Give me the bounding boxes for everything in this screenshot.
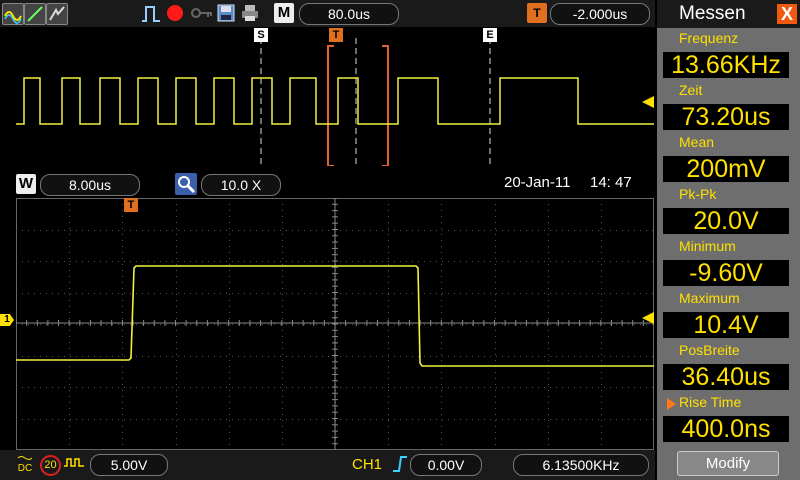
coupling-display[interactable]: DC	[17, 454, 33, 474]
channel-wave-icon[interactable]	[2, 3, 24, 25]
channel1-marker[interactable]: 1	[0, 314, 14, 326]
zoom-window-right	[382, 45, 389, 166]
trigger-position-display[interactable]: -2.000us	[550, 3, 650, 25]
time-display: 14: 47	[590, 174, 632, 191]
channel-status-bar: DC 20 5.00V CH1 0.00V 6.13500KHz	[0, 450, 655, 480]
top-toolbar: M 80.0us T -2.000us	[0, 0, 655, 27]
measurement-value-maximum[interactable]: 10.4V	[663, 312, 789, 339]
measurement-value-rise-time[interactable]: 400.0ns	[663, 416, 789, 443]
overview-waveform[interactable]: S T E	[16, 28, 654, 166]
overview-trace	[16, 77, 654, 125]
start-marker[interactable]: S	[254, 28, 268, 42]
measurement-value-minimum[interactable]: -9.60V	[663, 260, 789, 287]
measurement-label-minimum: Minimum	[679, 238, 736, 254]
date-display: 20-Jan-11	[504, 174, 571, 191]
end-marker[interactable]: E	[483, 28, 497, 42]
measurement-label-frequency: Frequenz	[679, 30, 739, 46]
zoom-factor-display[interactable]: 10.0 X	[201, 174, 281, 196]
mode-badge[interactable]: M	[274, 3, 294, 23]
invert-icon[interactable]	[63, 456, 85, 470]
measurement-label-pkpk: Pk-Pk	[679, 186, 717, 202]
key-icon[interactable]	[190, 3, 214, 23]
disk-icon[interactable]	[216, 3, 236, 23]
measurement-value-posbreite[interactable]: 36.40us	[663, 364, 789, 391]
ref-icon[interactable]	[46, 3, 68, 25]
trigger-badge[interactable]: T	[527, 3, 547, 23]
rising-edge-icon[interactable]	[392, 455, 408, 473]
measurement-value-frequency[interactable]: 13.66KHz	[663, 52, 789, 79]
measurement-label-rise-time: Rise Time	[679, 394, 742, 410]
close-button[interactable]: X	[777, 4, 797, 24]
scope-trigger-marker[interactable]: T	[124, 198, 138, 212]
measurement-label-maximum: Maximum	[679, 290, 740, 306]
volts-per-div-display[interactable]: 5.00V	[90, 454, 168, 476]
modify-button[interactable]: Modify	[677, 451, 779, 476]
trigger-level-display[interactable]: 0.00V	[410, 454, 482, 476]
zoom-info-bar: W 8.00us 10.0 X 20-Jan-11 14: 47	[0, 170, 655, 196]
window-badge[interactable]: W	[16, 174, 36, 194]
stop-icon[interactable]	[165, 3, 185, 23]
zoom-icon[interactable]	[175, 173, 197, 195]
zoom-window-left	[327, 45, 334, 166]
panel-header: Messen X	[657, 0, 800, 28]
measurement-label-mean: Mean	[679, 134, 715, 150]
coupling-label: DC	[17, 463, 33, 474]
timebase-display[interactable]: 80.0us	[299, 3, 399, 25]
window-timebase-display[interactable]: 8.00us	[40, 174, 140, 196]
trigger-marker[interactable]: T	[329, 28, 343, 42]
measurement-label-time: Zeit	[679, 82, 703, 98]
print-icon[interactable]	[240, 3, 260, 23]
selected-indicator-icon	[667, 398, 676, 410]
run-pulse-icon[interactable]	[140, 3, 160, 23]
measurement-value-pkpk[interactable]: 20.0V	[663, 208, 789, 235]
measurement-panel: Messen X Frequenz 13.66KHz Zeit 73.20us …	[657, 0, 800, 480]
math-icon[interactable]	[24, 3, 46, 25]
panel-title: Messen	[679, 3, 746, 24]
bandwidth-limit-badge[interactable]: 20	[40, 455, 61, 476]
trigger-source[interactable]: CH1	[352, 456, 382, 473]
overview-level-arrow	[642, 96, 654, 108]
measurement-value-mean[interactable]: 200mV	[663, 156, 789, 183]
measurement-label-posbreite: PosBreite	[679, 342, 740, 358]
measurement-value-time[interactable]: 73.20us	[663, 104, 789, 131]
main-waveform-display[interactable]: T	[16, 198, 654, 450]
frequency-counter-display[interactable]: 6.13500KHz	[513, 454, 649, 476]
